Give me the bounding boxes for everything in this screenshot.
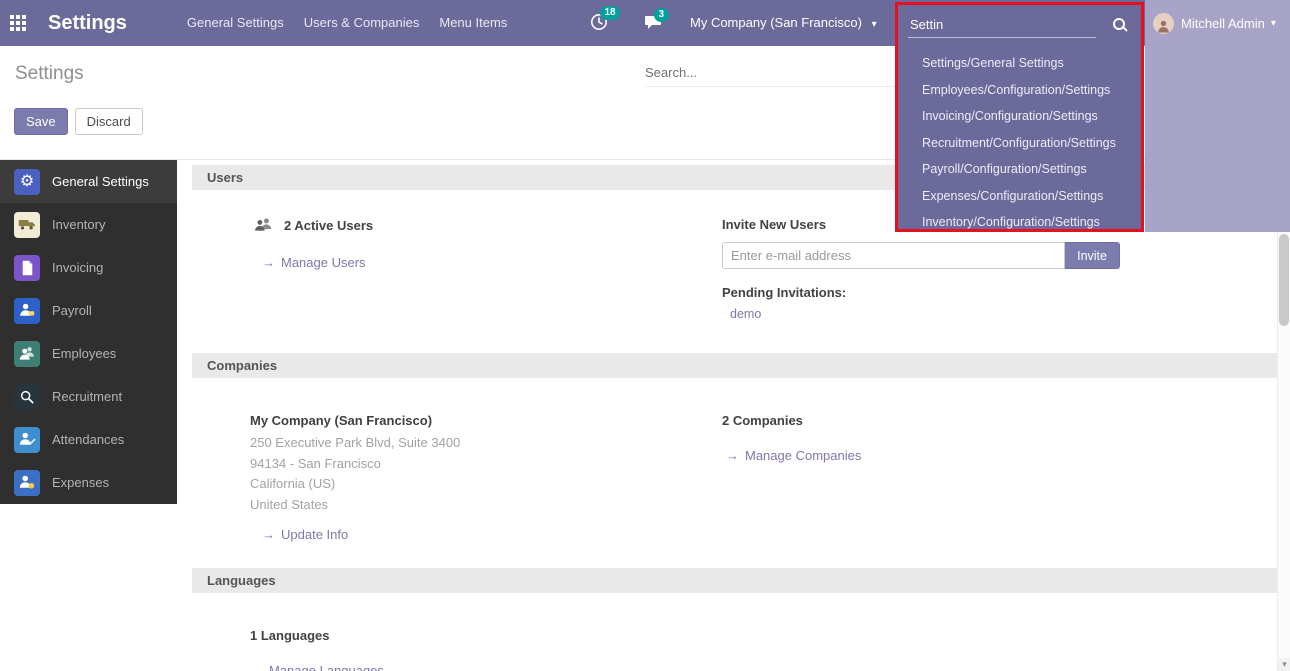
manage-companies-link[interactable]: Manage Companies [726, 448, 861, 463]
company-name: My Company (San Francisco) [250, 413, 722, 428]
search-result-item[interactable]: Employees/Configuration/Settings [898, 77, 1141, 104]
section-header-companies: Companies [192, 353, 1277, 378]
languages-count: 1 Languages [250, 628, 722, 643]
sidebar-item-inventory[interactable]: Inventory [0, 203, 177, 246]
active-users-stat: 2 Active Users [250, 217, 722, 233]
apps-menu-icon[interactable] [10, 15, 26, 31]
truck-icon [14, 212, 40, 238]
control-panel-buttons: Save Discard [14, 108, 143, 135]
grid-icon [10, 15, 26, 31]
sidebar-item-label: Invoicing [52, 260, 103, 275]
sidebar-item-recruitment[interactable]: Recruitment [0, 375, 177, 418]
sidebar-item-attendances[interactable]: Attendances [0, 418, 177, 461]
companies-count: 2 Companies [722, 413, 1277, 428]
activities-badge: 18 [600, 6, 620, 20]
invite-button[interactable]: Invite [1065, 242, 1120, 269]
menu-menu-items[interactable]: Menu Items [429, 0, 517, 46]
company-address-line: California (US) [250, 474, 722, 495]
scrollbar-down-button[interactable] [1278, 658, 1290, 671]
gear-icon: ⚙ [14, 169, 40, 195]
user-menu-panel: Mitchell Admin [1145, 0, 1290, 232]
sidebar-item-label: Inventory [52, 217, 105, 232]
menu-general-settings[interactable]: General Settings [177, 0, 294, 46]
breadcrumb: Settings [15, 63, 84, 85]
sidebar-item-label: Payroll [52, 303, 92, 318]
payroll-person-icon [14, 298, 40, 324]
sidebar-item-expenses[interactable]: Expenses [0, 461, 177, 504]
avatar [1153, 13, 1174, 34]
company-address-line: 94134 - San Francisco [250, 454, 722, 475]
sidebar-item-general-settings[interactable]: ⚙ General Settings [0, 160, 177, 203]
scrollbar-thumb[interactable] [1279, 234, 1289, 326]
update-info-link[interactable]: Update Info [262, 527, 348, 542]
menu-search-row [898, 5, 1141, 45]
chevron-down-icon [1271, 18, 1276, 29]
discard-button[interactable]: Discard [75, 108, 143, 135]
manage-languages-link[interactable]: Manage Languages [250, 663, 384, 671]
company-switcher-label: My Company (San Francisco) [690, 15, 862, 30]
search-icon[interactable] [1113, 18, 1127, 32]
search-result-item[interactable]: Settings/General Settings [898, 50, 1141, 77]
pending-invitation-user[interactable]: demo [730, 307, 1277, 321]
person-icon [1156, 19, 1171, 34]
sidebar-item-payroll[interactable]: Payroll [0, 289, 177, 332]
search-result-item[interactable]: Recruitment/Configuration/Settings [898, 130, 1141, 157]
messages-badge: 3 [654, 8, 669, 22]
search-view [645, 62, 895, 87]
active-users-label: 2 Active Users [284, 218, 373, 233]
navbar-menus: General Settings Users & Companies Menu … [177, 0, 517, 46]
sidebar-item-label: Employees [52, 346, 116, 361]
menu-search-dropdown: Settings/General Settings Employees/Conf… [895, 2, 1144, 232]
manage-users-link[interactable]: Manage Users [262, 255, 366, 270]
sidebar-item-label: Expenses [52, 475, 109, 490]
invite-email-input[interactable] [722, 242, 1065, 269]
expenses-icon [14, 470, 40, 496]
activities-button[interactable]: 18 [590, 13, 608, 34]
sidebar-item-label: General Settings [52, 174, 149, 189]
users-icon [250, 217, 273, 233]
search-result-item[interactable]: Expenses/Configuration/Settings [898, 183, 1141, 210]
messages-button[interactable]: 3 [644, 15, 662, 33]
pending-invitations-label: Pending Invitations: [722, 285, 1277, 300]
languages-left-column: 1 Languages Manage Languages [250, 628, 722, 671]
languages-section: 1 Languages Manage Languages [177, 593, 1277, 671]
save-button[interactable]: Save [14, 108, 68, 135]
vertical-scrollbar[interactable] [1277, 160, 1290, 671]
app-title[interactable]: Settings [48, 12, 127, 35]
search-result-item[interactable]: Invoicing/Configuration/Settings [898, 103, 1141, 130]
invite-input-group: Invite [722, 242, 1120, 269]
invoice-document-icon [14, 255, 40, 281]
recruitment-icon [14, 384, 40, 410]
search-input[interactable] [645, 62, 895, 87]
settings-content: Users 2 Active Users Manage Users Invite… [177, 160, 1277, 671]
employees-icon [14, 341, 40, 367]
menu-search-input[interactable] [908, 12, 1096, 38]
menu-search-results: Settings/General Settings Employees/Conf… [898, 50, 1141, 236]
chevron-down-icon [872, 2, 877, 48]
search-result-item[interactable]: Inventory/Configuration/Settings [898, 209, 1141, 236]
section-header-languages: Languages [192, 568, 1277, 593]
company-address-line: United States [250, 495, 722, 516]
company-switcher[interactable]: My Company (San Francisco) [690, 0, 877, 48]
company-address-line: 250 Executive Park Blvd, Suite 3400 [250, 433, 722, 454]
sidebar-item-employees[interactable]: Employees [0, 332, 177, 375]
attendance-icon [14, 427, 40, 453]
screen: Settings General Settings Users & Compan… [0, 0, 1290, 671]
companies-right-column: 2 Companies Manage Companies [722, 413, 1277, 542]
sidebar-item-invoicing[interactable]: Invoicing [0, 246, 177, 289]
search-result-item[interactable]: Payroll/Configuration/Settings [898, 156, 1141, 183]
menu-users-companies[interactable]: Users & Companies [294, 0, 430, 46]
user-menu-button[interactable]: Mitchell Admin [1145, 0, 1290, 46]
companies-left-column: My Company (San Francisco) 250 Executive… [250, 413, 722, 542]
settings-sidebar: ⚙ General Settings Inventory Inv [0, 160, 177, 504]
sidebar-item-label: Attendances [52, 432, 124, 447]
user-name: Mitchell Admin [1181, 16, 1265, 31]
sidebar-item-label: Recruitment [52, 389, 122, 404]
companies-section: My Company (San Francisco) 250 Executive… [177, 378, 1277, 563]
users-left-column: 2 Active Users Manage Users [250, 217, 722, 321]
